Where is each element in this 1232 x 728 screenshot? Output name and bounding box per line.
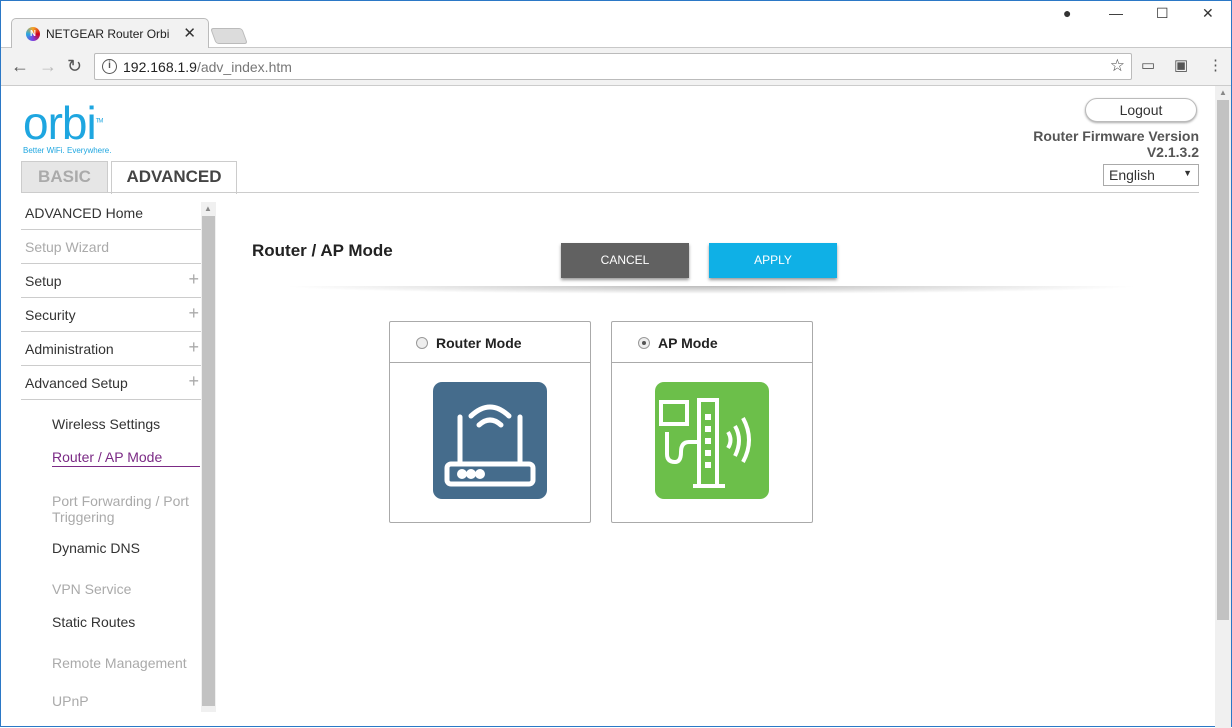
expand-plus-icon[interactable]: +: [188, 269, 199, 290]
sidebar-item-setup[interactable]: Setup +: [21, 264, 201, 298]
netgear-favicon-icon: N: [26, 27, 40, 41]
language-select[interactable]: English ▼: [1103, 164, 1199, 186]
divider-shadow: [281, 286, 1141, 294]
cast-icon[interactable]: ▭: [1141, 56, 1155, 74]
close-tab-icon[interactable]: ✕: [183, 24, 196, 42]
router-page: orbiTM Better WiFi. Everywhere. BASIC AD…: [1, 86, 1215, 728]
dropdown-arrow-icon: ▼: [1183, 168, 1192, 178]
info-icon[interactable]: i: [102, 59, 117, 74]
sidebar-item-administration[interactable]: Administration +: [21, 332, 201, 366]
expand-plus-icon[interactable]: +: [188, 303, 199, 324]
divider: [21, 192, 1199, 193]
subitem-remote-management[interactable]: Remote Management: [52, 655, 187, 671]
menu-icon[interactable]: ⋮: [1208, 56, 1223, 74]
browser-toolbar: ← → ↻ i 192.168.1.9/adv_index.htm ☆ ▭ ▣ …: [1, 48, 1231, 86]
subitem-router-ap-mode[interactable]: Router / AP Mode: [52, 449, 200, 467]
maximize-icon[interactable]: ☐: [1156, 5, 1169, 22]
subitem-dynamic-dns[interactable]: Dynamic DNS: [52, 540, 140, 556]
page-title: Router / AP Mode: [252, 241, 393, 260]
page-scrollbar[interactable]: ▲: [1215, 86, 1231, 728]
subitem-wireless-settings[interactable]: Wireless Settings: [52, 416, 160, 432]
expand-plus-icon[interactable]: +: [188, 337, 199, 358]
browser-tab[interactable]: N NETGEAR Router Orbi ✕: [11, 18, 209, 48]
cancel-button[interactable]: CANCEL: [561, 243, 689, 278]
tab-title: NETGEAR Router Orbi: [46, 27, 170, 41]
forward-icon[interactable]: →: [39, 56, 57, 77]
subitem-static-routes[interactable]: Static Routes: [52, 614, 135, 630]
subitem-vpn-service[interactable]: VPN Service: [52, 581, 131, 597]
address-bar[interactable]: i 192.168.1.9/adv_index.htm ☆: [94, 53, 1132, 80]
sidebar-item-setup-wizard[interactable]: Setup Wizard: [21, 230, 201, 264]
scroll-up-icon[interactable]: ▲: [204, 204, 212, 213]
back-icon[interactable]: ←: [11, 56, 29, 77]
profile-icon[interactable]: ●: [1063, 5, 1071, 21]
orbi-logo: orbiTM: [23, 97, 103, 149]
subitem-port-forwarding[interactable]: Port Forwarding / Port Triggering: [52, 493, 192, 525]
sidebar: ADVANCED Home Setup Wizard Setup + Securi…: [21, 196, 201, 400]
url-path: /adv_index.htm: [196, 59, 292, 75]
tab-advanced[interactable]: ADVANCED: [111, 161, 237, 194]
logout-button[interactable]: Logout: [1085, 98, 1197, 122]
tagline: Better WiFi. Everywhere.: [23, 146, 112, 155]
apply-button[interactable]: APPLY: [709, 243, 837, 278]
url-host: 192.168.1.9: [123, 59, 197, 75]
sidebar-item-security[interactable]: Security +: [21, 298, 201, 332]
router-mode-card[interactable]: Router Mode: [389, 321, 591, 523]
router-icon: [433, 382, 547, 499]
router-mode-label: Router Mode: [436, 335, 522, 351]
bookmark-star-icon[interactable]: ☆: [1110, 56, 1125, 76]
scroll-up-icon[interactable]: ▲: [1219, 88, 1227, 97]
extension-icon[interactable]: ▣: [1174, 56, 1188, 74]
ap-mode-radio[interactable]: [638, 337, 650, 349]
expand-plus-icon[interactable]: +: [188, 371, 199, 392]
close-window-icon[interactable]: ✕: [1202, 5, 1214, 22]
sidebar-scrollbar[interactable]: ▲: [201, 202, 216, 712]
sidebar-item-advanced-home[interactable]: ADVANCED Home: [21, 196, 201, 230]
scroll-thumb[interactable]: [1217, 100, 1229, 620]
reload-icon[interactable]: ↻: [67, 56, 82, 77]
browser-titlebar: N NETGEAR Router Orbi ✕ ● — ☐ ✕: [1, 1, 1231, 48]
ap-mode-card[interactable]: AP Mode: [611, 321, 813, 523]
firmware-info: Router Firmware Version V2.1.3.2: [1033, 128, 1199, 160]
ap-mode-label: AP Mode: [658, 335, 718, 351]
tab-basic[interactable]: BASIC: [21, 161, 108, 193]
subitem-upnp[interactable]: UPnP: [52, 693, 89, 709]
access-point-icon: [655, 382, 769, 499]
sidebar-item-advanced-setup[interactable]: Advanced Setup +: [21, 366, 201, 400]
new-tab-button[interactable]: [210, 28, 248, 44]
minimize-icon[interactable]: —: [1109, 5, 1123, 21]
scroll-thumb[interactable]: [202, 216, 215, 706]
router-mode-radio[interactable]: [416, 337, 428, 349]
